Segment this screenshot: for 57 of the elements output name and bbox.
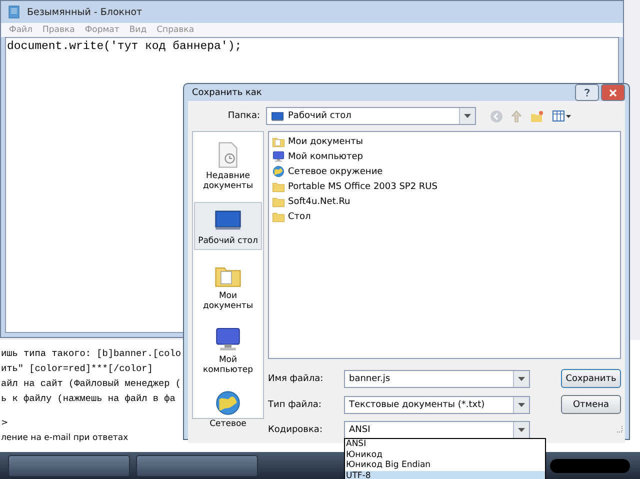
filename-field[interactable]: banner.js (344, 370, 530, 388)
file-item[interactable]: Soft4u.Net.Ru (272, 194, 617, 209)
folder-icon (272, 195, 285, 208)
view-menu-icon[interactable] (552, 110, 572, 122)
file-item[interactable]: Стол (272, 209, 617, 224)
page-text-line: > (0, 417, 8, 430)
encoding-label: Кодировка: (268, 425, 324, 435)
question-mark-icon (584, 88, 590, 97)
dropdown-arrow-icon[interactable] (518, 402, 525, 406)
taskbar-button[interactable] (136, 454, 258, 476)
dropdown-option[interactable]: UTF-8 (345, 470, 545, 479)
filetype-dropdown[interactable]: Текстовые документы (*.txt) (344, 396, 530, 414)
folder-icon (272, 210, 285, 223)
dropdown-arrow-icon[interactable] (464, 114, 471, 118)
dropdown-arrow-icon[interactable] (518, 428, 525, 432)
computer-icon (214, 325, 242, 353)
places-item[interactable]: Сетевое (194, 386, 262, 432)
filename-label: Имя файла: (268, 374, 324, 384)
places-item[interactable]: Недавние документы (194, 138, 262, 194)
save-button[interactable]: Сохранить (561, 369, 621, 388)
file-item[interactable]: Мои документы (272, 134, 617, 149)
folder-icon (272, 135, 285, 148)
help-button[interactable] (575, 84, 599, 101)
notepad-icon (7, 5, 21, 19)
desktop-icon (271, 110, 284, 122)
dropdown-option[interactable]: Юникод (345, 450, 545, 460)
taskbar-button[interactable] (8, 454, 130, 476)
page-text-line: ишь типа такого: [b]banner.[colo (0, 347, 182, 361)
resize-grip-icon[interactable] (615, 425, 623, 433)
places-item[interactable]: Мой компьютер (194, 322, 262, 378)
close-icon (609, 88, 617, 96)
encoding-dropdown[interactable]: ANSI (344, 421, 530, 439)
page-text-line: ить" [color=red]***[/color] (0, 362, 153, 376)
file-item[interactable]: Мой компьютер (272, 149, 617, 164)
folder-dropdown[interactable]: Рабочий стол (266, 107, 476, 125)
globe-icon (272, 165, 285, 178)
cancel-button[interactable]: Отмена (561, 395, 621, 414)
filetype-label: Тип файла: (268, 400, 322, 410)
dropdown-option[interactable]: ANSI (345, 439, 545, 450)
dialog-title: Сохранить как (192, 88, 263, 98)
page-text-line: ь к файлу (нажмешь на файл в фа (0, 392, 176, 406)
file-item[interactable]: Portable MS Office 2003 SP2 RUS (272, 179, 617, 194)
folder-icon (272, 180, 285, 193)
folder-label: Папка: (226, 111, 260, 121)
dropdown-option[interactable]: Юникод Big Endian (345, 460, 545, 470)
window-title: Безымянный - Блокнот (27, 6, 142, 18)
new-folder-icon[interactable] (530, 110, 544, 122)
page-text-line: айл на сайт (Файловый менеджер ( (0, 377, 182, 391)
places-item[interactable]: Рабочий стол (194, 202, 262, 250)
close-button[interactable] (601, 84, 625, 101)
computer-icon (272, 150, 285, 163)
file-item[interactable]: Сетевое окружение (272, 164, 617, 179)
page-text-line: ление на e-mail при ответах (0, 432, 128, 445)
up-arrow-icon[interactable] (511, 110, 522, 122)
dropdown-arrow-icon[interactable] (518, 376, 525, 380)
globe-icon (214, 389, 242, 417)
places-item[interactable]: Мои документы (194, 258, 262, 314)
